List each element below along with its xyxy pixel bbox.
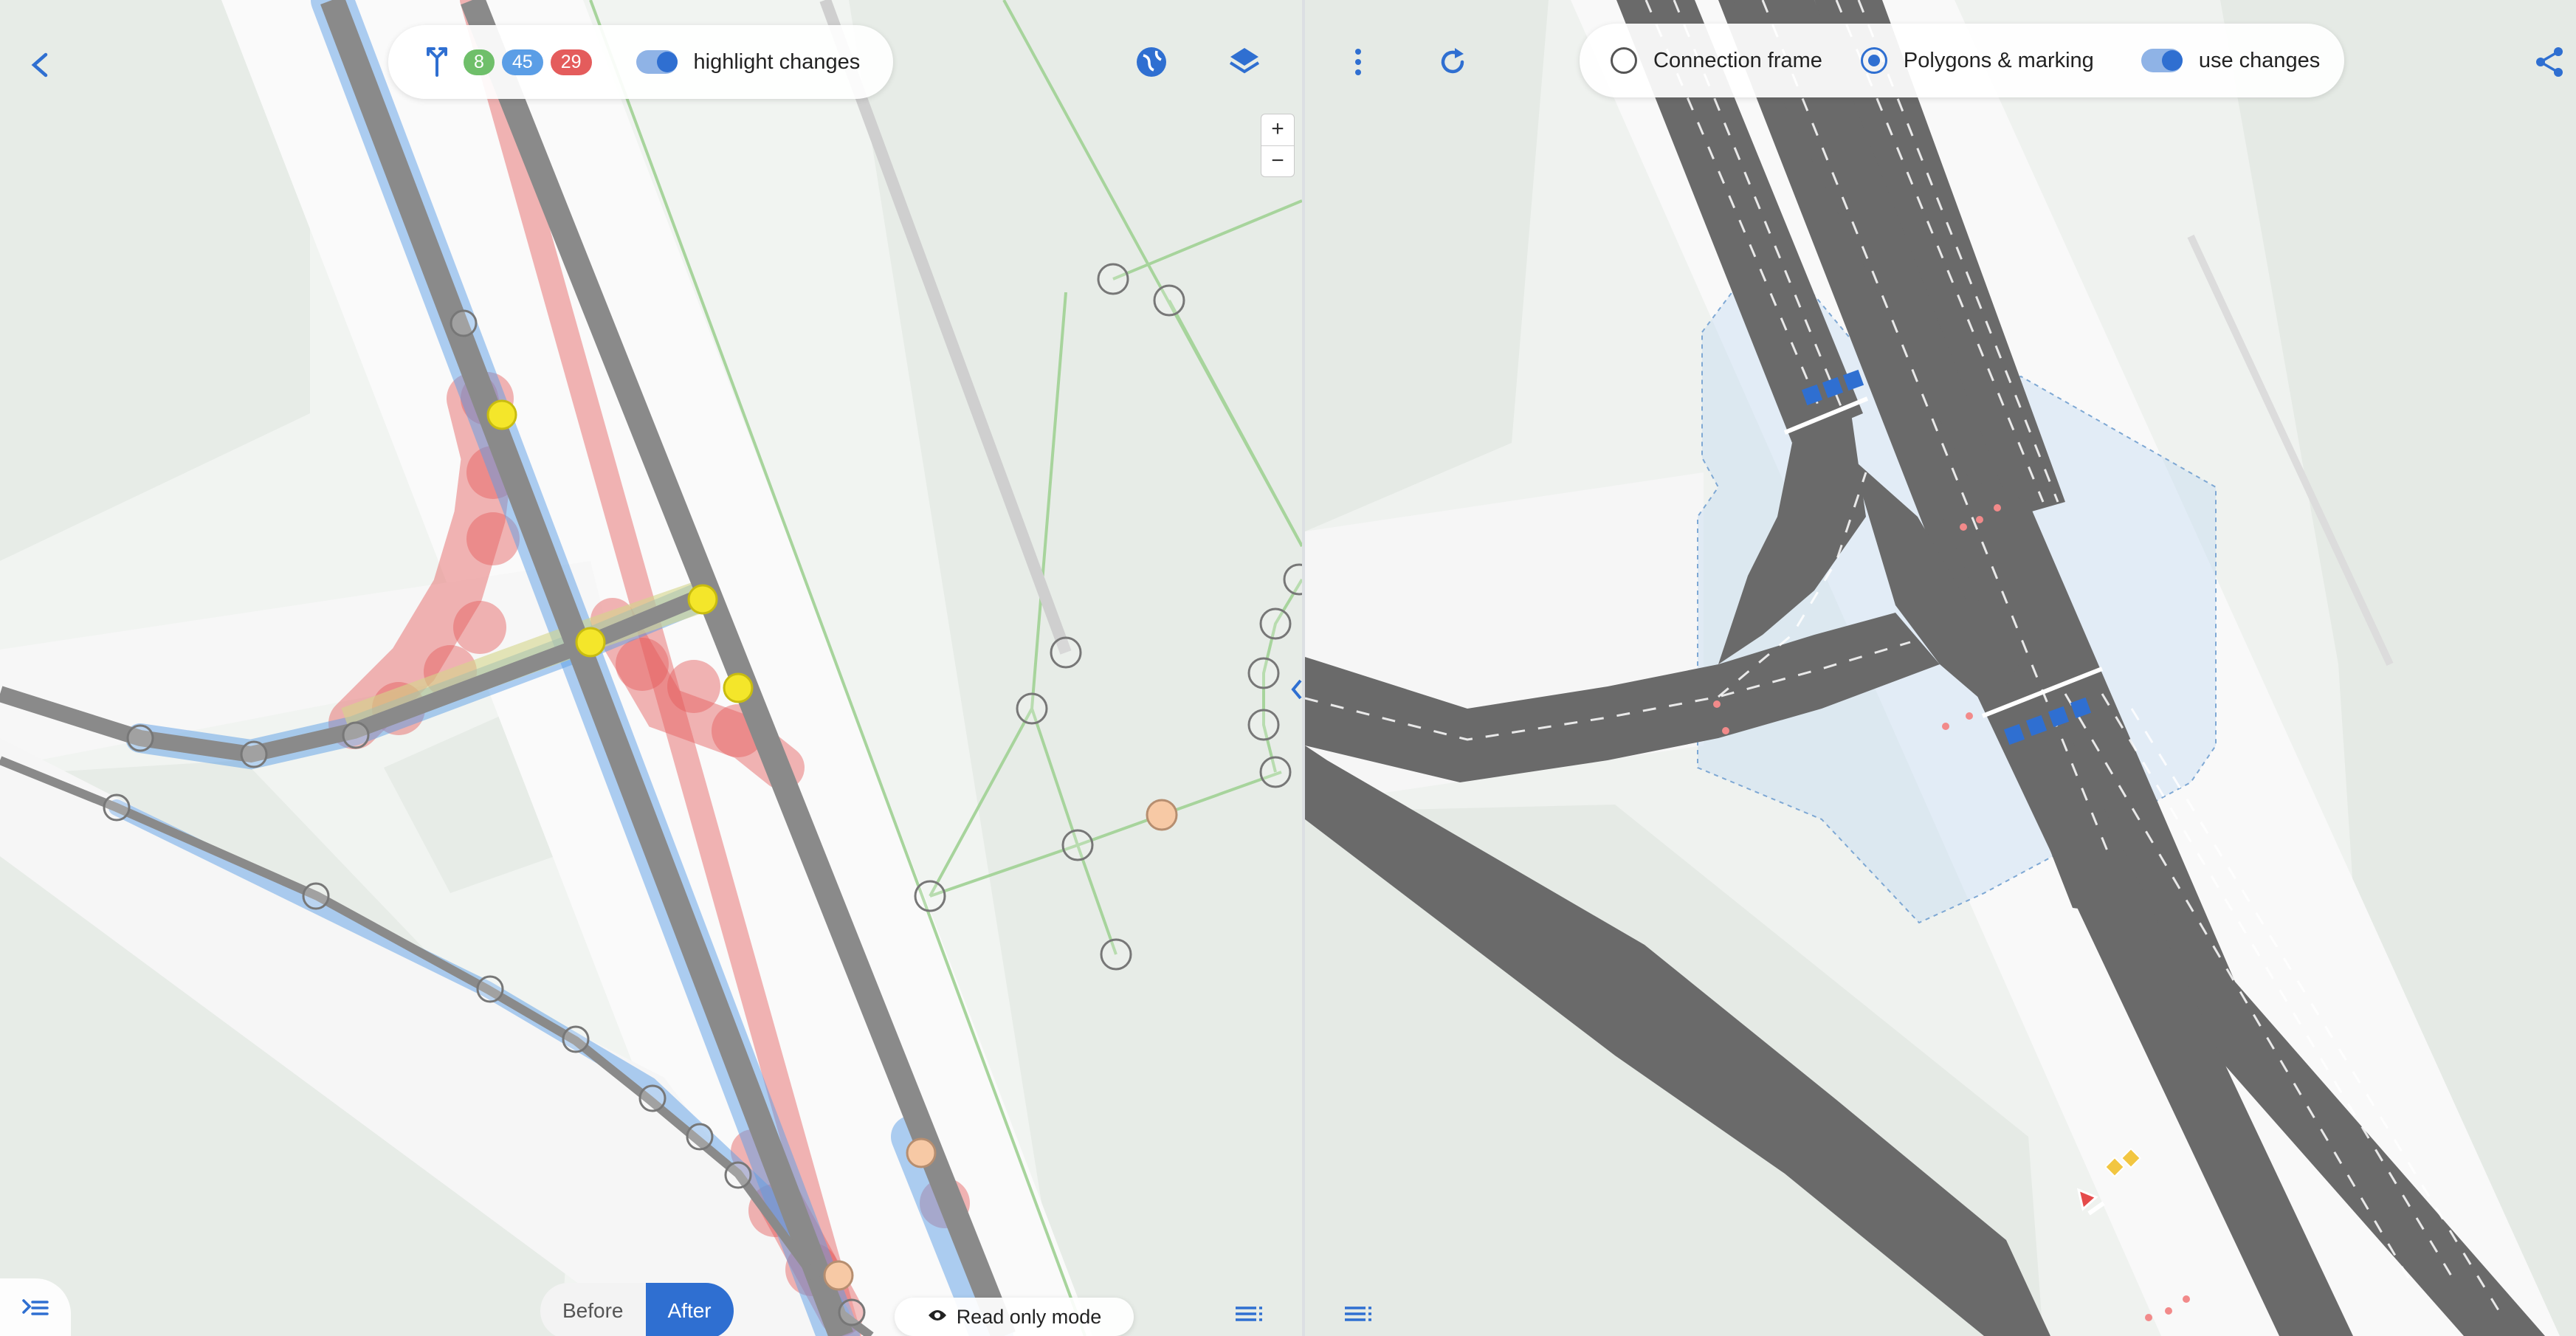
left-map-canvas[interactable] [0,0,1302,1336]
changes-toolbar: 8 45 29 highlight changes [388,25,893,99]
new-count-badge: 8 [464,49,495,75]
right-map-canvas[interactable] [1305,0,2576,1336]
read-only-label: Read only mode [956,1305,1102,1328]
render-options-toolbar: Connection frame Polygons & marking use … [1580,24,2344,97]
modified-count-badge: 45 [501,49,543,75]
layers-button[interactable] [1218,35,1271,89]
zoom-in-button[interactable]: + [1261,114,1294,146]
share-button[interactable] [2523,35,2576,89]
connection-frame-label: Connection frame [1653,48,1822,72]
deleted-count-badge: 29 [550,49,592,75]
refresh-icon [1441,48,1464,74]
list-button[interactable] [1332,1293,1385,1335]
eye-icon [927,1308,948,1326]
more-vert-icon [1355,49,1361,75]
edit-list-icon [22,1299,49,1315]
connection-frame-radio[interactable] [1611,47,1637,74]
share-icon [2536,47,2563,77]
globe-button[interactable] [1125,35,1178,89]
zoom-control: + − [1261,114,1295,177]
branch-icon [424,44,450,80]
before-after-toggle: Before After [540,1283,734,1336]
layers-icon [1229,48,1260,74]
before-button[interactable]: Before [540,1283,646,1336]
zoom-out-button[interactable]: − [1261,146,1294,177]
back-button[interactable] [13,38,66,92]
polygons-marking-radio[interactable] [1860,47,1887,74]
back-icon [31,52,48,78]
more-options-button[interactable] [1332,35,1385,89]
use-changes-toggle[interactable] [2141,49,2183,72]
polygons-marking-label: Polygons & marking [1903,48,2094,72]
list-icon [1236,1306,1262,1321]
left-map-pane[interactable]: 8 45 29 highlight changes + − Before Aft… [0,0,1302,1336]
refresh-button[interactable] [1426,35,1479,89]
use-changes-label: use changes [2198,48,2321,72]
list-icon [1345,1306,1371,1321]
read-only-badge: Read only mode [895,1298,1134,1336]
list-button[interactable] [1222,1293,1275,1335]
highlight-changes-toggle[interactable] [636,50,678,74]
globe-icon [1137,47,1166,77]
after-button[interactable]: After [645,1283,734,1336]
highlight-changes-label: highlight changes [693,49,861,74]
right-map-pane[interactable]: Connection frame Polygons & marking use … [1305,0,2576,1336]
